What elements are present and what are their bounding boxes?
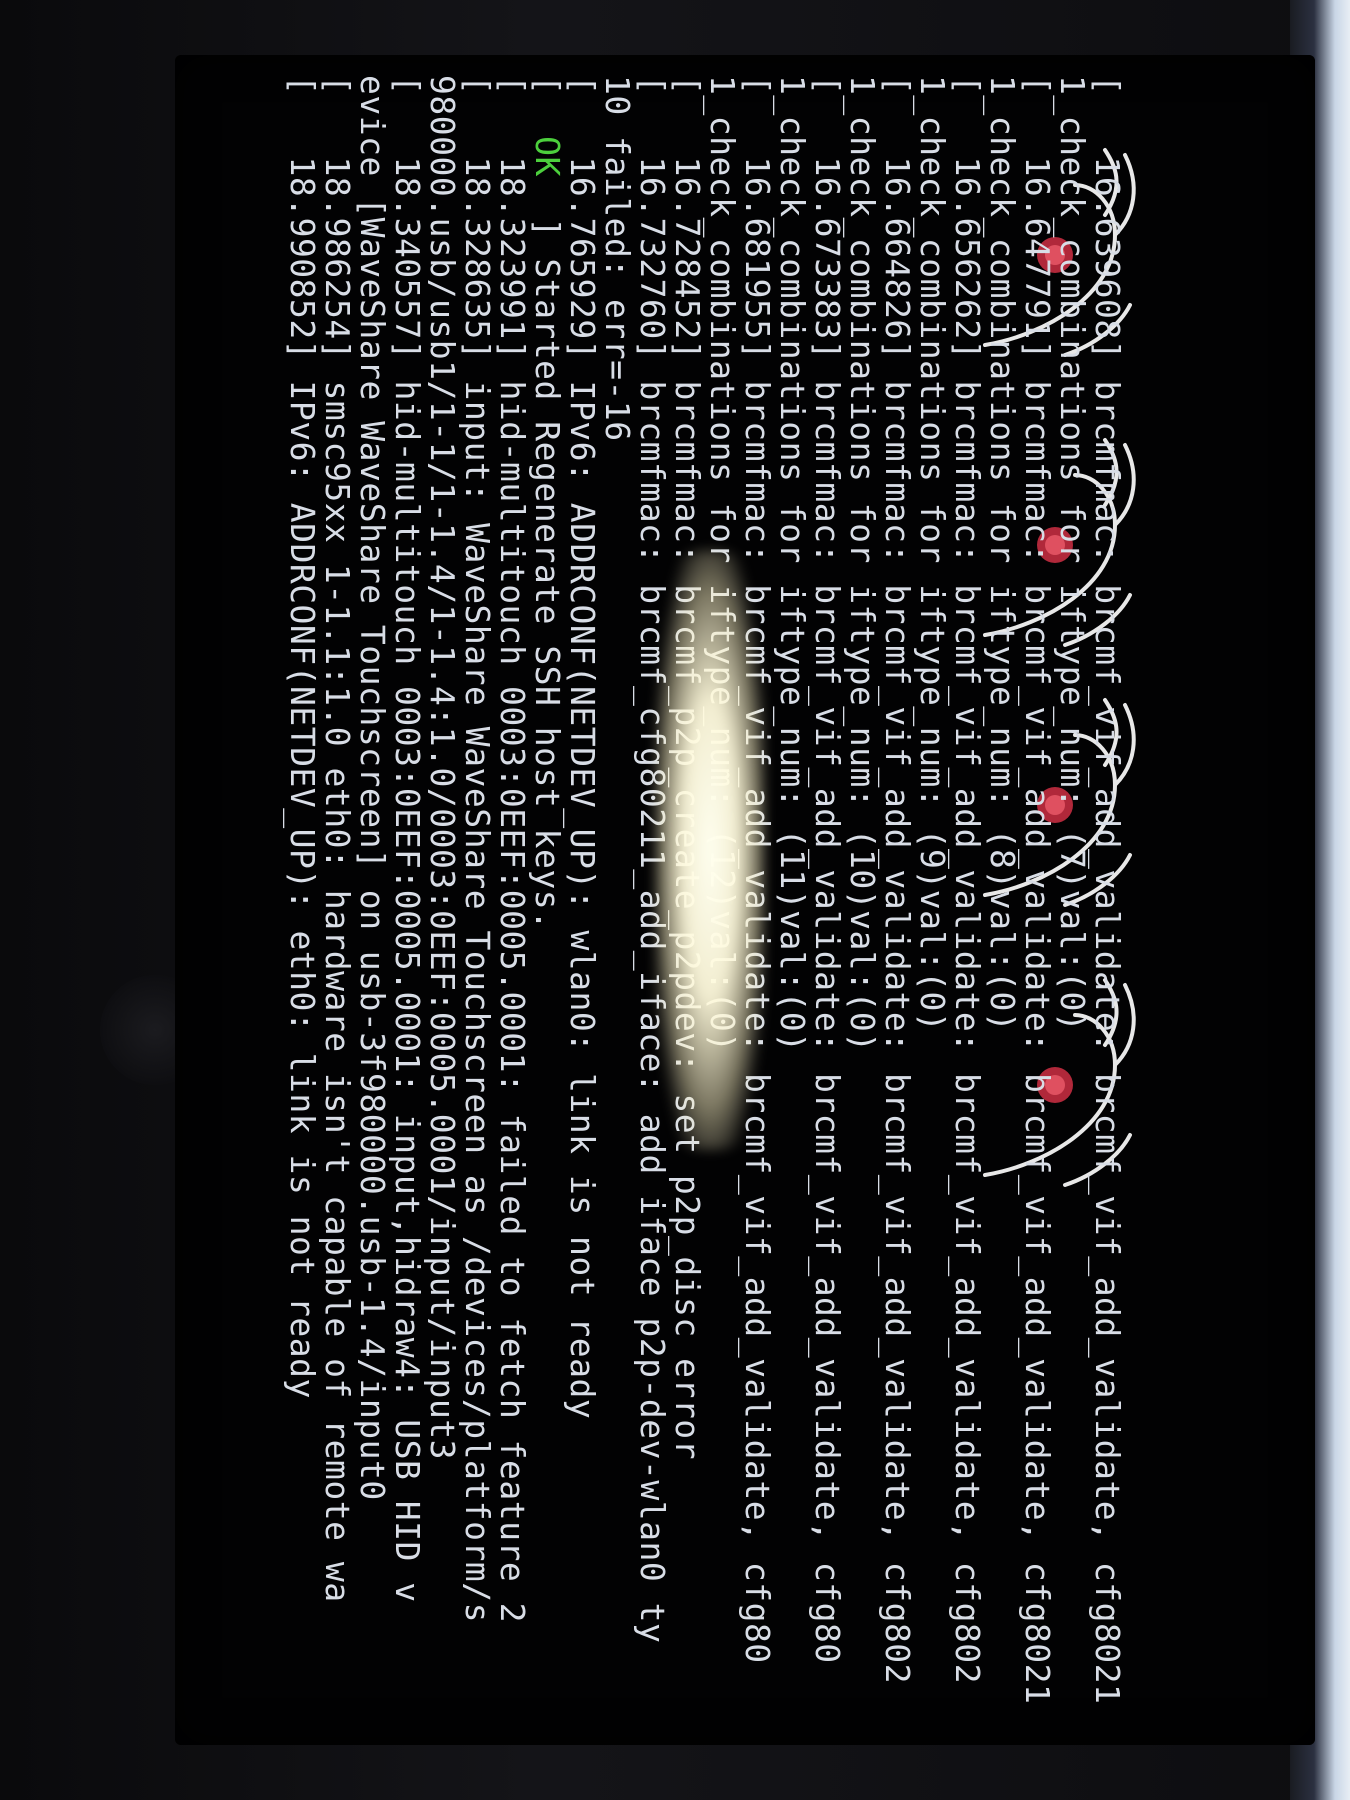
console-line: evice [WaveShare WaveShare Touchscreen] …	[353, 75, 392, 1501]
console-line: 1_check_combinations for iftype_num: (8)…	[983, 75, 1022, 1033]
console-line: 980000.usb/usb1/1-1/1-1.4/1-1.4:1.0/0003…	[423, 75, 462, 1461]
console-line: 1_check_combinations for iftype_num: (10…	[843, 75, 882, 1053]
console-line: 10 failed: err=-16	[598, 75, 637, 442]
console-line: [ 16.664826] brcmfmac: brcmf_vif_add_val…	[878, 75, 917, 1685]
console-line: [ 18.328635] input: WaveShare WaveShare …	[458, 75, 497, 1623]
console-line: [ 18.323991] hid-multitouch 0003:0EEF:00…	[493, 75, 532, 1623]
console-line: [ 16.656262] brcmfmac: brcmf_vif_add_val…	[948, 75, 987, 1685]
console-line: [ 16.639608] brcmfmac: brcmf_vif_add_val…	[1088, 75, 1127, 1705]
screen-glare	[655, 550, 765, 1150]
console-line: 1_check_combinations for iftype_num: (7)…	[1053, 75, 1092, 1033]
console-line: [ OK ] Started Regenerate SSH host keys.	[528, 75, 567, 931]
console-output: [ 16.639608] brcmfmac: brcmf_vif_add_val…	[145, 75, 1127, 1725]
console-line: 1_check_combinations for iftype_num: (11…	[773, 75, 812, 1053]
console-line: [ 16.673383] brcmfmac: brcmf_vif_add_val…	[808, 75, 847, 1664]
console-line: 1_check_combinations for iftype_num: (9)…	[913, 75, 952, 1033]
console-line: [ 18.990852] IPv6: ADDRCONF(NETDEV_UP): …	[283, 75, 322, 1399]
ok-status: OK	[528, 136, 567, 177]
console-line: [ 18.340557] hid-multitouch 0003:0EEF:00…	[388, 75, 427, 1603]
console-line: [ 18.986254] smsc95xx 1-1.1:1.0 eth0: ha…	[318, 75, 357, 1603]
console-line: [ 16.765929] IPv6: ADDRCONF(NETDEV_UP): …	[563, 75, 602, 1420]
console-line: [ 16.647791] brcmfmac: brcmf_vif_add_val…	[1018, 75, 1057, 1705]
